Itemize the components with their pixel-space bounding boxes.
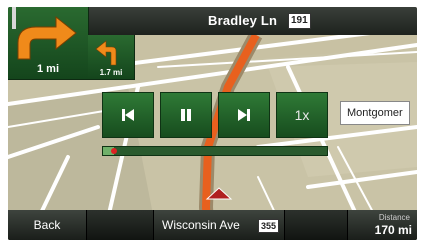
next-button[interactable] <box>218 92 270 138</box>
distance-value: 170 mi <box>374 223 412 237</box>
current-street-panel[interactable]: Wisconsin Ave 355 <box>153 210 285 240</box>
pause-icon <box>181 109 191 121</box>
current-street-name: Wisconsin Ave <box>162 218 240 232</box>
map-place-label[interactable]: Montgomer <box>340 101 410 125</box>
distance-caption: Distance <box>378 213 410 222</box>
next-turn-distance: 1 mi <box>36 63 59 75</box>
playback-speed-label: 1x <box>294 107 310 123</box>
next-street-name: Bradley Ln <box>208 13 278 28</box>
playback-speed-button[interactable]: 1x <box>276 92 328 138</box>
progress-knob[interactable] <box>111 148 118 154</box>
navigation-device: Bradley Ln 191 1 mi 1.7 mi 1x Montgomer … <box>0 0 423 243</box>
next-road-shield: 191 <box>288 13 311 29</box>
next-turn-panel[interactable]: 1 mi <box>8 7 89 80</box>
skip-previous-icon <box>122 109 134 121</box>
pause-button[interactable] <box>160 92 212 138</box>
current-road-shield: 355 <box>258 219 280 233</box>
second-turn-distance: 1.7 mi <box>99 68 123 77</box>
turn-left-arrow-icon <box>95 40 117 66</box>
distance-panel[interactable]: Distance 170 mi <box>347 210 417 240</box>
second-turn-panel[interactable]: 1.7 mi <box>88 35 135 80</box>
back-button[interactable]: Back <box>8 210 87 240</box>
previous-button[interactable] <box>102 92 154 138</box>
turn-right-arrow-icon <box>12 7 77 60</box>
simulation-progress-bar[interactable] <box>102 146 328 156</box>
skip-next-icon <box>238 109 250 121</box>
navigation-screen: Bradley Ln 191 1 mi 1.7 mi 1x Montgomer … <box>8 7 417 240</box>
